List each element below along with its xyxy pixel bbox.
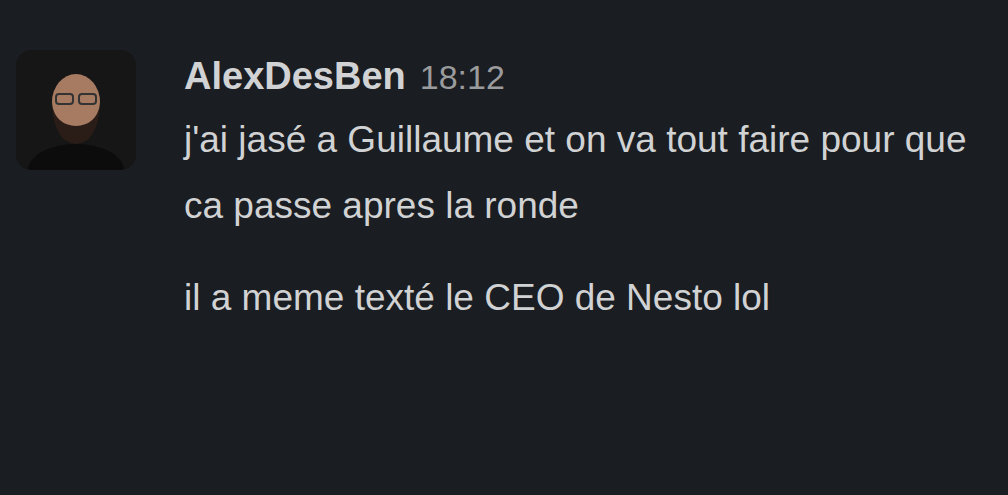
message-text: j'ai jasé a Guillaume et on va tout fair…: [184, 107, 984, 331]
message-paragraph: j'ai jasé a Guillaume et on va tout fair…: [184, 107, 984, 239]
author-name[interactable]: AlexDesBen: [184, 50, 406, 102]
message-view: AlexDesBen 18:12j'ai jasé a Guillaume et …: [0, 0, 1008, 495]
person-photo-icon: [16, 50, 136, 170]
timestamp[interactable]: 18:12: [420, 51, 505, 103]
avatar[interactable]: [16, 50, 136, 170]
message-body: AlexDesBen 18:12j'ai jasé a Guillaume et …: [184, 50, 984, 331]
message-header: AlexDesBen 18:12: [184, 50, 984, 103]
message-paragraph: il a meme texté le CEO de Nesto lol: [184, 265, 984, 331]
